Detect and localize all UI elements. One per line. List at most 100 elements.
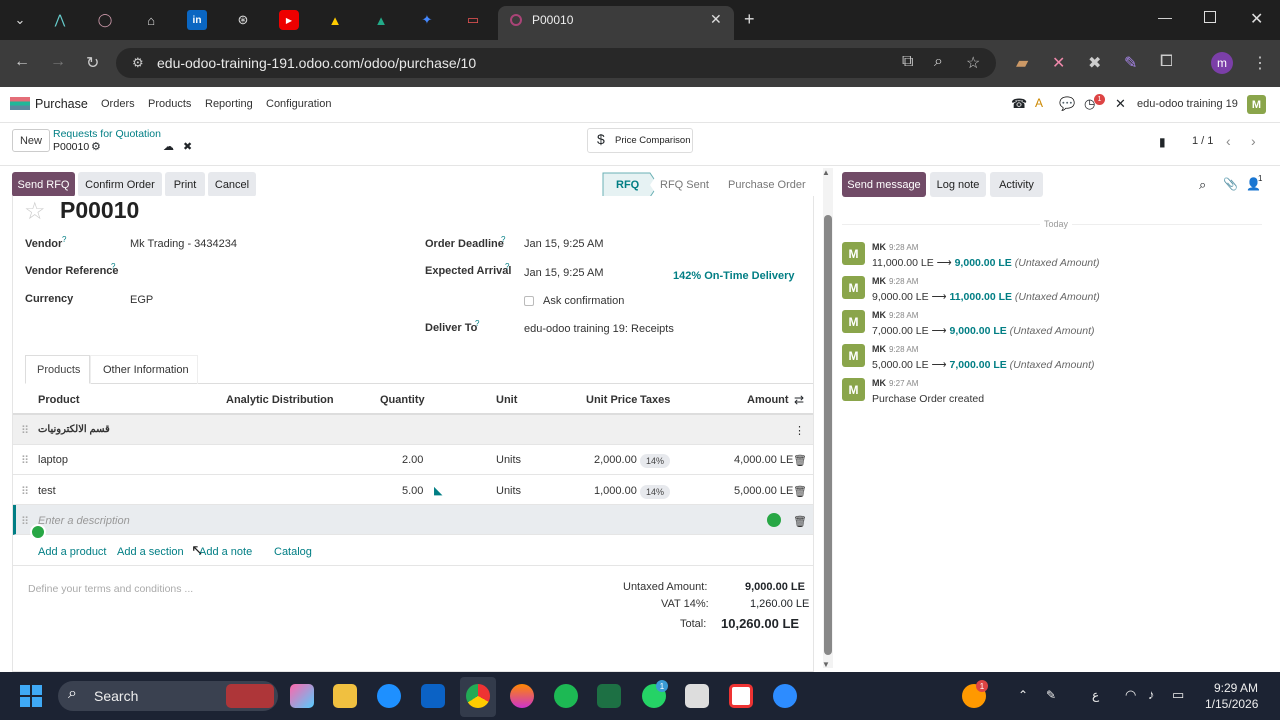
phone-icon[interactable]: ☎ bbox=[1011, 96, 1027, 112]
tray-chevron-icon[interactable]: ⌃ bbox=[1018, 688, 1028, 702]
chat-icon[interactable]: 💬 bbox=[1059, 96, 1075, 112]
extensions-puzzle-icon[interactable]: ⧠ bbox=[1160, 53, 1173, 71]
menu-products[interactable]: Products bbox=[148, 98, 191, 110]
tax-badge[interactable]: 14% bbox=[640, 485, 671, 499]
catalog-link[interactable]: Catalog bbox=[274, 546, 312, 558]
bookmark-star-icon[interactable]: ☆ bbox=[966, 53, 980, 73]
optional-columns-icon[interactable]: ⇄ bbox=[794, 393, 804, 407]
volume-icon[interactable]: ♪ bbox=[1148, 687, 1155, 702]
outlook-icon[interactable] bbox=[421, 684, 445, 708]
col-amount[interactable]: Amount bbox=[747, 394, 789, 406]
col-unit-price[interactable]: Unit Price bbox=[586, 394, 637, 406]
on-time-delivery[interactable]: 142% On-Time Delivery bbox=[673, 270, 794, 282]
edge-icon[interactable] bbox=[377, 684, 401, 708]
delete-line-icon[interactable]: 🗑 bbox=[793, 454, 807, 467]
extension-icon[interactable]: ✖ bbox=[1088, 53, 1101, 73]
menu-reporting[interactable]: Reporting bbox=[205, 98, 253, 110]
search-icon[interactable]: ⌕ bbox=[1199, 177, 1206, 193]
pinned-tab-icon[interactable]: ⋀ bbox=[50, 10, 70, 30]
add-section-link[interactable]: Add a section bbox=[117, 546, 184, 558]
add-product-link[interactable]: Add a product bbox=[38, 546, 107, 558]
vendor-reference-field[interactable] bbox=[130, 262, 380, 280]
send-rfq-button[interactable]: Send RFQ bbox=[12, 172, 75, 197]
extension-icon[interactable]: ✎ bbox=[1124, 53, 1137, 73]
back-icon[interactable]: ← bbox=[14, 53, 30, 71]
pager-next-icon[interactable]: › bbox=[1251, 133, 1256, 149]
col-taxes[interactable]: Taxes bbox=[640, 394, 670, 406]
site-info-icon[interactable]: ⚙ bbox=[132, 55, 144, 71]
windows-start-icon[interactable] bbox=[20, 685, 42, 707]
gemini-icon[interactable]: ✦ bbox=[417, 10, 437, 30]
save-cloud-icon[interactable]: ☁ bbox=[163, 140, 174, 153]
zoom-icon[interactable]: ⌕ bbox=[934, 53, 943, 71]
tab-close-icon[interactable]: ✕ bbox=[710, 11, 722, 28]
priority-star-icon[interactable]: ☆ bbox=[24, 197, 46, 226]
section-menu-icon[interactable]: ⋮ bbox=[794, 424, 805, 437]
currency-field[interactable]: EGP bbox=[130, 294, 153, 306]
install-app-icon[interactable]: ⧉ bbox=[902, 53, 913, 71]
breadcrumb-parent[interactable]: Requests for Quotation bbox=[53, 128, 161, 140]
col-unit[interactable]: Unit bbox=[496, 394, 517, 406]
col-analytic[interactable]: Analytic Distribution bbox=[226, 394, 334, 406]
browser-menu-icon[interactable]: ⋮ bbox=[1252, 53, 1268, 73]
line-unit[interactable]: Units bbox=[496, 454, 521, 466]
terms-input[interactable]: Define your terms and conditions ... bbox=[28, 583, 193, 595]
firefox-icon[interactable] bbox=[510, 684, 534, 708]
linkedin-icon[interactable]: in bbox=[187, 10, 207, 30]
drag-handle-icon[interactable]: ⠿ bbox=[21, 485, 29, 498]
line-unit-price[interactable]: 1,000.00 bbox=[594, 485, 637, 497]
restore-icon[interactable] bbox=[1204, 11, 1216, 23]
status-rfq[interactable]: RFQ bbox=[616, 179, 639, 191]
app-icon[interactable] bbox=[729, 684, 753, 708]
scroll-up-icon[interactable]: ▲ bbox=[822, 168, 830, 177]
tools-icon[interactable]: ✕ bbox=[1115, 96, 1126, 112]
menu-orders[interactable]: Orders bbox=[101, 98, 135, 110]
url-text[interactable]: edu-odoo-training-191.odoo.com/odoo/purc… bbox=[157, 55, 476, 71]
clock-time[interactable]: 9:29 AM bbox=[1214, 681, 1258, 695]
line-product[interactable]: laptop bbox=[38, 454, 68, 466]
expected-arrival-field[interactable]: Jan 15, 9:25 AM bbox=[524, 267, 604, 279]
pager-value[interactable]: 1 / 1 bbox=[1192, 135, 1213, 147]
drag-handle-icon[interactable]: ⠿ bbox=[21, 515, 29, 528]
pinned-tab-icon[interactable]: ⊛ bbox=[233, 10, 253, 30]
confirm-order-button[interactable]: Confirm Order bbox=[78, 172, 162, 197]
reload-icon[interactable]: ↻ bbox=[86, 53, 99, 73]
clock-date[interactable]: 1/15/2026 bbox=[1205, 697, 1258, 711]
author-avatar[interactable]: M bbox=[842, 310, 865, 333]
help-icon[interactable]: ? bbox=[62, 235, 66, 244]
paperclip-icon[interactable]: 📎 bbox=[1223, 177, 1238, 191]
col-product[interactable]: Product bbox=[38, 394, 80, 406]
send-message-button[interactable]: Send message bbox=[842, 172, 926, 197]
new-button[interactable]: New bbox=[12, 129, 50, 152]
editing-row[interactable] bbox=[13, 505, 813, 535]
forecast-chart-icon[interactable]: ◣ bbox=[434, 484, 442, 497]
print-button[interactable]: Print bbox=[165, 172, 205, 197]
extension-icon[interactable]: ✕ bbox=[1052, 53, 1065, 73]
youtube-icon[interactable]: ▶ bbox=[279, 10, 299, 30]
drag-handle-icon[interactable]: ⠿ bbox=[21, 454, 29, 467]
author-avatar[interactable]: M bbox=[842, 378, 865, 401]
section-name[interactable]: قسم الالكترونيات bbox=[38, 424, 110, 435]
tab-list-icon[interactable]: ⌄ bbox=[10, 10, 30, 30]
new-tab-icon[interactable]: + bbox=[744, 9, 755, 30]
help-icon[interactable]: ? bbox=[501, 235, 505, 244]
window-close-icon[interactable]: ✕ bbox=[1250, 9, 1263, 29]
cancel-button[interactable]: Cancel bbox=[208, 172, 256, 197]
excel-icon[interactable] bbox=[597, 684, 621, 708]
attachment-doc-icon[interactable]: ▮ bbox=[1159, 135, 1166, 149]
line-product[interactable]: test bbox=[38, 485, 56, 497]
log-note-button[interactable]: Log note bbox=[930, 172, 986, 197]
author-avatar[interactable]: M bbox=[842, 276, 865, 299]
pinned-tab-icon[interactable]: ▭ bbox=[463, 10, 483, 30]
line-unit[interactable]: Units bbox=[496, 485, 521, 497]
order-deadline-field[interactable]: Jan 15, 9:25 AM bbox=[524, 238, 604, 250]
drive-icon[interactable]: ▲ bbox=[325, 10, 345, 30]
activity-button[interactable]: Activity bbox=[990, 172, 1043, 197]
discard-icon[interactable]: ✖ bbox=[183, 140, 192, 153]
status-rfq-sent[interactable]: RFQ Sent bbox=[660, 179, 709, 191]
user-avatar[interactable]: M bbox=[1247, 95, 1266, 114]
description-input[interactable]: Enter a description bbox=[38, 515, 130, 527]
app-name[interactable]: Purchase bbox=[35, 97, 88, 111]
help-icon[interactable]: ? bbox=[505, 262, 509, 271]
apps-menu-icon[interactable] bbox=[10, 97, 30, 110]
